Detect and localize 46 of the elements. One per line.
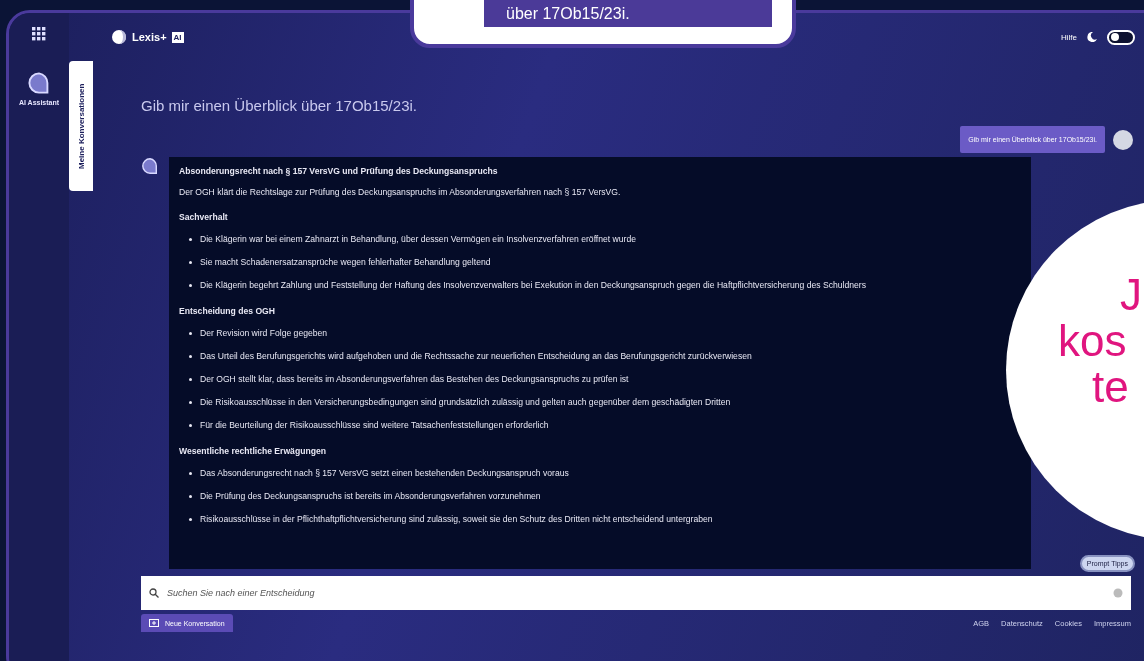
callout-text: über 17Ob15/23i.	[484, 0, 772, 27]
bullet-dot	[189, 518, 192, 521]
answer-bullet: Der Revision wird Folge gegeben	[200, 327, 328, 340]
search-icon	[149, 588, 159, 598]
section-heading: Sachverhalt	[179, 211, 229, 224]
moon-icon	[1087, 32, 1097, 42]
answer-intro: Der OGH klärt die Rechtslage zur Prüfung des Deckungsanspruchs im Absonderungsverfahren nach § 157 VersVG.	[179, 186, 622, 199]
user-avatar	[1113, 129, 1133, 150]
answer-bullet: Risikoausschlüsse in der Pflichthaftpflichtversicherung sind zulässig, soweit sie den Schutz des Dritten nicht entscheidend untergraben	[200, 513, 713, 526]
bullet-dot	[189, 378, 192, 381]
answer-bullet: Die Klägerin begehrt Zahlung und Feststellung der Haftung des Insolvenzverwalters bei Exekution in den Deckungsanspruch gegen die Haftpflichtversicherung des Schuldners	[200, 279, 866, 292]
promo-text: J	[1120, 272, 1143, 318]
answer-bullet: Sie macht Schadenersatzansprüche wegen fehlerhafter Behandlung geltend	[200, 256, 491, 269]
brand-name: Lexis+	[132, 31, 167, 43]
bullet-dot	[189, 472, 192, 475]
bullet-dot	[189, 238, 192, 241]
bullet-dot	[189, 424, 192, 427]
answer-bullet: Die Risikoausschlüsse in den Versicherungsbedingungen sind grundsätzlich zulässig und gelten auch gegenüber dem geschädigten Dritten	[200, 396, 731, 409]
section-heading: Entscheidung des OGH	[179, 305, 276, 318]
chat-title: Gib mir einen Überblick über 17Ob15/23i.	[141, 97, 418, 114]
promo-text: te	[1092, 364, 1130, 410]
conversations-tab[interactable]: Meine Konversationen	[69, 61, 93, 191]
answer-bullet: Die Prüfung des Deckungsanspruchs ist bereits im Absonderungsverfahren vorzunehmen	[200, 490, 541, 503]
assistant-icon	[141, 157, 159, 175]
ai-badge: AI	[171, 31, 184, 43]
search-bar[interactable]: Suchen Sie nach einer Entscheidung	[141, 576, 1131, 610]
logo-icon	[111, 29, 127, 45]
plus-square-icon	[149, 619, 159, 627]
promo-text: kos	[1058, 318, 1128, 364]
chat-bubble-icon	[27, 71, 51, 95]
bullet-dot	[189, 332, 192, 335]
help-link[interactable]: Hilfe	[1061, 32, 1077, 42]
bullet-dot	[189, 401, 192, 404]
answer-bullet: Das Urteil des Berufungsgerichts wird aufgehoben und die Rechtssache zur neuerlichen Entscheidung an das Berufungsgericht zurückverwiesen	[200, 350, 752, 363]
bullet-dot	[189, 261, 192, 264]
app-grid-icon[interactable]	[32, 27, 46, 41]
bullet-dot	[189, 355, 192, 358]
answer-bullet: Das Absonderungsrecht nach § 157 VersVG setzt einen bestehenden Deckungsanspruch voraus	[200, 467, 569, 480]
bullet-dot	[189, 495, 192, 498]
answer-bullet: Die Klägerin war bei einem Zahnarzt in Behandlung, über dessen Vermögen ein Insolvenzverfahren eröffnet wurde	[200, 233, 636, 246]
answer-title: Absonderungsrecht nach § 157 VersVG und Prüfung des Deckungsanspruchs	[179, 165, 499, 178]
answer-bullet: Für die Beurteilung der Risikoausschlüsse sind weitere Tatsachenfeststellungen erforderlich	[200, 419, 549, 432]
theme-toggle[interactable]	[1107, 29, 1135, 45]
bullet-dot	[189, 284, 192, 287]
section-heading: Wesentliche rechtliche Erwägungen	[179, 445, 327, 458]
answer-bullet: Der OGH stellt klar, dass bereits im Absonderungsverfahren das Bestehen des Deckungsanspruchs zu prüfen ist	[200, 373, 629, 386]
